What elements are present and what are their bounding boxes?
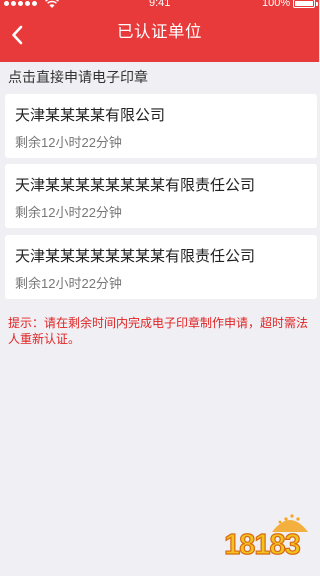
signal-indicator xyxy=(4,0,59,8)
signal-dot-icon xyxy=(32,1,37,6)
company-card[interactable]: 天津某某某某某某某某有限责任公司 剩余12小时22分钟 xyxy=(5,235,317,299)
company-card[interactable]: 天津某某某某某某某某有限责任公司 剩余12小时22分钟 xyxy=(5,164,317,228)
status-bar: 9:41 100% xyxy=(0,0,319,11)
signal-dot-icon xyxy=(25,1,30,6)
status-time: 9:41 xyxy=(149,0,171,9)
battery-percent: 100% xyxy=(262,0,291,9)
section-label: 点击直接申请电子印章 xyxy=(8,69,148,85)
company-name: 天津某某某某某某某某有限责任公司 xyxy=(15,177,256,194)
company-name: 天津某某某某某某某某有限责任公司 xyxy=(15,248,256,265)
signal-dot-icon xyxy=(11,1,16,6)
battery-icon xyxy=(293,0,318,8)
signal-dot-icon xyxy=(18,1,23,6)
company-card[interactable]: 天津某某某某有限公司 剩余12小时22分钟 xyxy=(5,94,317,158)
watermark-logo: 18183 xyxy=(212,510,312,562)
hint-text: 提示：请在剩余时间内完成电子印章制作申请，超时需法人重新认证。 xyxy=(8,316,309,346)
watermark-text: 18183 xyxy=(224,529,301,561)
remaining-time: 剩余12小时22分钟 xyxy=(15,276,122,291)
remaining-time: 剩余12小时22分钟 xyxy=(15,135,122,150)
company-name: 天津某某某某有限公司 xyxy=(15,107,166,124)
remaining-time: 剩余12小时22分钟 xyxy=(15,205,122,220)
app-header: 9:41 100% 已认证单位 xyxy=(0,0,319,62)
signal-dot-icon xyxy=(4,1,9,6)
page-title: 已认证单位 xyxy=(117,23,202,41)
wifi-icon xyxy=(45,0,59,8)
